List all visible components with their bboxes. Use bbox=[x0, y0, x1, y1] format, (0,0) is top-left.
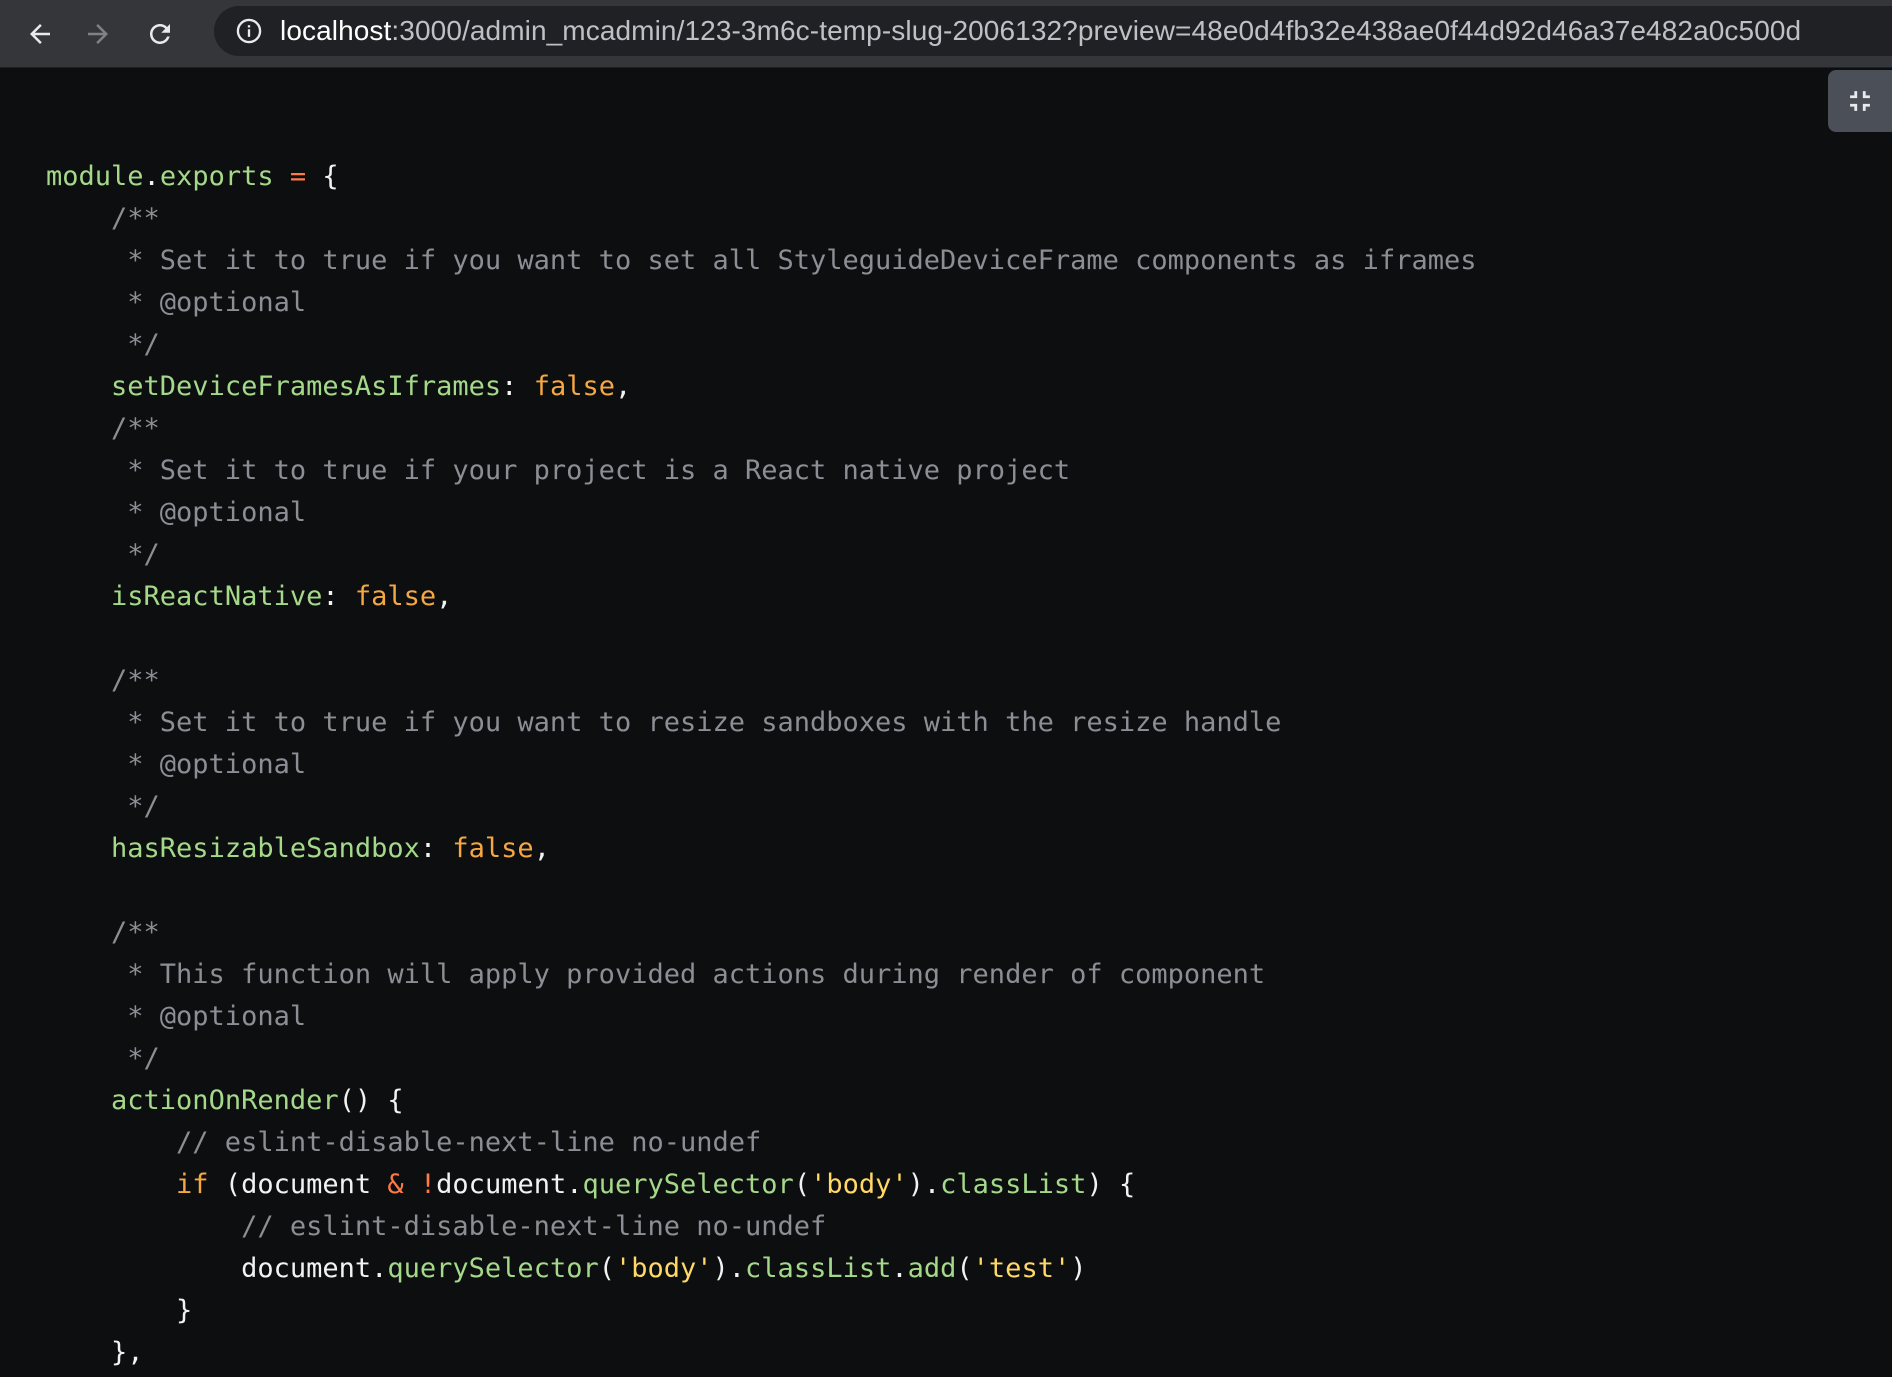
code-token: ! bbox=[419, 1169, 437, 1200]
code-token: isReactNative bbox=[111, 581, 323, 612]
code-comment: * @optional bbox=[46, 1001, 307, 1032]
code-comment: * @optional bbox=[46, 497, 307, 528]
code-token: . bbox=[891, 1253, 908, 1284]
code-comment: * @optional bbox=[46, 749, 307, 780]
site-info-icon[interactable] bbox=[234, 16, 264, 46]
back-button[interactable] bbox=[22, 16, 58, 52]
code-comment: * Set it to true if you want to resize s… bbox=[46, 707, 1282, 738]
code-token: classList bbox=[745, 1253, 892, 1284]
code-token: setDeviceFramesAsIframes bbox=[111, 371, 502, 402]
code-token: ). bbox=[907, 1169, 941, 1200]
back-arrow-icon bbox=[30, 23, 50, 44]
code-comment: * This function will apply provided acti… bbox=[46, 959, 1266, 990]
code-token: , bbox=[436, 581, 453, 612]
reload-icon bbox=[150, 23, 170, 44]
code-line: setDeviceFramesAsIframes: false, bbox=[46, 366, 1476, 408]
code-line: actionOnRender() { bbox=[46, 1080, 1476, 1122]
code-comment: * @optional bbox=[46, 287, 307, 318]
code-token: , bbox=[614, 371, 632, 402]
url-host: localhost bbox=[280, 15, 392, 46]
code-line: }, bbox=[46, 1337, 144, 1368]
url-text[interactable]: localhost:3000/admin_mcadmin/123-3m6c-te… bbox=[280, 15, 1801, 47]
page-viewport: module.exports = { /** * Set it to true … bbox=[0, 68, 1892, 1377]
code-token: ( bbox=[598, 1253, 615, 1284]
url-path: :3000/admin_mcadmin/123-3m6c-temp-slug-2… bbox=[391, 15, 1802, 46]
code-token: = bbox=[289, 161, 307, 192]
code-comment: // eslint-disable-next-line no-undef bbox=[46, 1211, 827, 1242]
code-line: } bbox=[46, 1295, 193, 1326]
collapse-icon bbox=[1850, 91, 1870, 111]
code-comment: */ bbox=[46, 329, 160, 360]
code-token: ( bbox=[793, 1169, 811, 1200]
code-token: 'body' bbox=[810, 1169, 908, 1200]
code-token: () { bbox=[338, 1085, 404, 1116]
code-token: : bbox=[322, 581, 355, 612]
code-comment: /** bbox=[46, 665, 160, 696]
code-token: document. bbox=[436, 1169, 583, 1200]
code-token: document. bbox=[241, 1253, 388, 1284]
code-token: (document bbox=[208, 1169, 388, 1200]
code-token: if bbox=[176, 1169, 209, 1200]
code-token: { bbox=[306, 161, 339, 192]
code-token: classList bbox=[940, 1169, 1087, 1200]
code-token: hasResizableSandbox bbox=[111, 833, 420, 864]
code-comment: /** bbox=[46, 413, 160, 444]
code-comment: // eslint-disable-next-line no-undef bbox=[46, 1127, 762, 1158]
code-token: querySelector bbox=[582, 1169, 794, 1200]
code-comment: */ bbox=[46, 1043, 160, 1074]
code-comment: * Set it to true if you want to set all … bbox=[46, 245, 1477, 276]
code-token: : bbox=[501, 371, 534, 402]
code-line: if (document & !document.querySelector('… bbox=[46, 1164, 1476, 1206]
code-line: isReactNative: false, bbox=[46, 576, 1476, 618]
exit-fullscreen-button[interactable] bbox=[1828, 70, 1892, 132]
code-line: module.exports = { bbox=[46, 156, 1476, 198]
code-comment: */ bbox=[46, 539, 160, 570]
reload-button[interactable] bbox=[142, 16, 178, 52]
code-token: false bbox=[354, 581, 437, 612]
code-token: module bbox=[46, 161, 144, 192]
code-token: exports bbox=[159, 161, 274, 192]
code-token: ( bbox=[956, 1253, 973, 1284]
code-comment: */ bbox=[46, 791, 160, 822]
address-bar[interactable]: localhost:3000/admin_mcadmin/123-3m6c-te… bbox=[214, 6, 1892, 56]
code-token: , bbox=[533, 833, 550, 864]
code-token: querySelector bbox=[387, 1253, 599, 1284]
code-token: add bbox=[907, 1253, 957, 1284]
code-comment: * Set it to true if your project is a Re… bbox=[46, 455, 1071, 486]
code-token: 'test' bbox=[972, 1253, 1071, 1284]
browser-toolbar: localhost:3000/admin_mcadmin/123-3m6c-te… bbox=[0, 0, 1892, 68]
code-token: actionOnRender bbox=[111, 1085, 339, 1116]
forward-button[interactable] bbox=[80, 16, 116, 52]
code-token: false bbox=[452, 833, 534, 864]
code-token: . bbox=[143, 161, 160, 192]
code-line: hasResizableSandbox: false, bbox=[46, 828, 1476, 870]
code-line: document.querySelector('body').classList… bbox=[46, 1248, 1476, 1290]
forward-arrow-icon bbox=[88, 23, 108, 44]
code-block: module.exports = { /** * Set it to true … bbox=[46, 156, 1476, 1374]
code-token: ) bbox=[1070, 1253, 1087, 1284]
code-token: : bbox=[419, 833, 453, 864]
code-token: ). bbox=[712, 1253, 746, 1284]
code-comment: /** bbox=[46, 917, 160, 948]
code-token: 'body' bbox=[614, 1253, 713, 1284]
code-token: & bbox=[387, 1169, 404, 1200]
code-comment: /** bbox=[46, 203, 160, 234]
code-token: ) { bbox=[1086, 1169, 1136, 1200]
code-token: false bbox=[533, 371, 615, 402]
